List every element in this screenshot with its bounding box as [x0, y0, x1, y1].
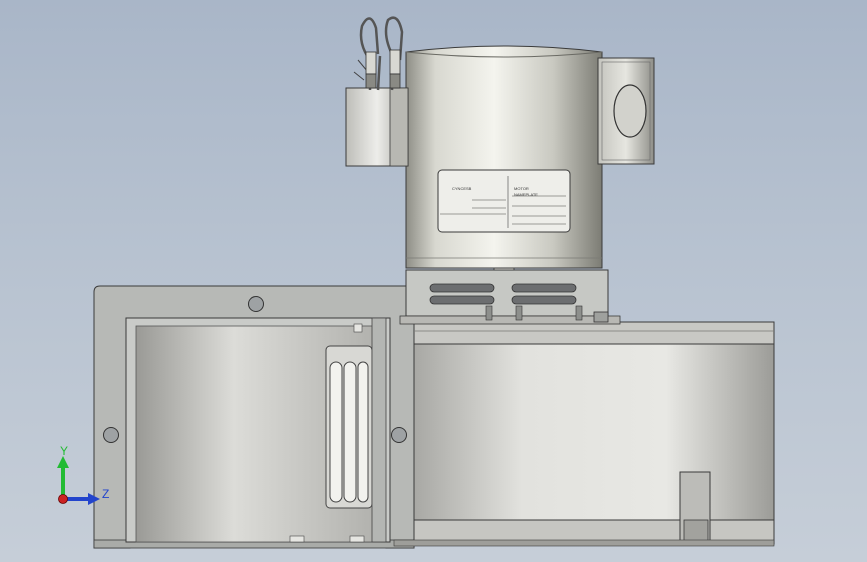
z-axis-label: Z: [102, 487, 109, 501]
nameplate-line-1: CYNCESB: [452, 186, 472, 191]
motor-mount[interactable]: [399, 261, 621, 325]
capacitor-wires: [353, 16, 404, 91]
junction-box[interactable]: [597, 57, 655, 165]
y-axis-label: Y: [60, 444, 68, 458]
impeller-slots: [325, 345, 373, 509]
bracket-hole-top: [248, 296, 264, 312]
motor-body[interactable]: CYNCESB MOTORNAMEPLATE: [405, 45, 603, 269]
bracket-hole-left: [103, 427, 119, 443]
x-axis-origin: [58, 494, 68, 504]
nameplate-line-3: NAMEPLATE: [514, 192, 538, 197]
cable-gland: [613, 84, 647, 138]
capacitor-box[interactable]: [345, 87, 409, 167]
outlet-duct[interactable]: [125, 317, 391, 543]
motor-nameplate: CYNCESB MOTORNAMEPLATE: [437, 169, 571, 233]
blower-housing[interactable]: [393, 321, 775, 547]
mount-bolt: [593, 311, 609, 323]
model-drawing: CYNCESB MOTORNAMEPLATE Y Z: [57, 16, 775, 549]
cad-viewport[interactable]: CYNCESB MOTOR NAMEPLATE Y Z: [0, 0, 867, 562]
bracket-hole-right: [391, 427, 407, 443]
nameplate-line-2: MOTOR: [514, 186, 529, 191]
